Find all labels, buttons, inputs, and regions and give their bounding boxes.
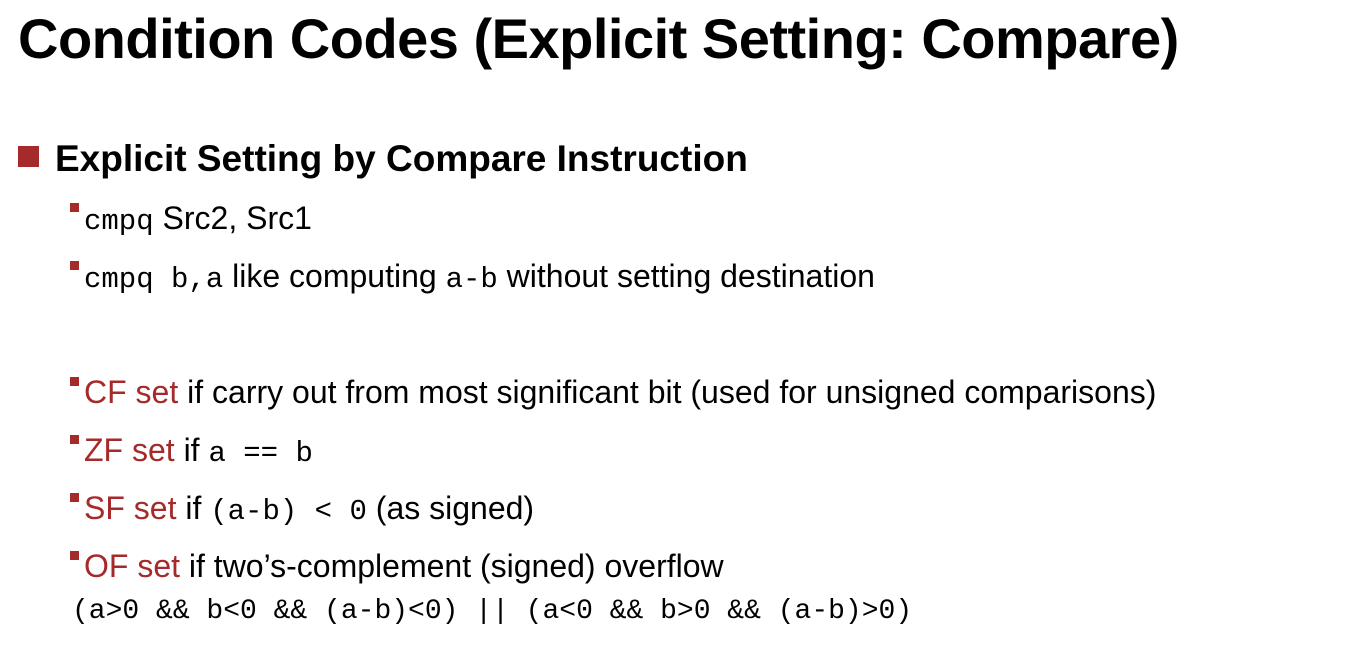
code-sf-expr: (a-b) < 0 [210, 495, 367, 528]
like-computing-text: like computing [223, 258, 446, 294]
bullet-square-icon [70, 493, 79, 502]
sub-bullet-cmpq-semantics: cmpq b,a like computing a-b without sett… [70, 258, 875, 296]
sub-bullet-of: OF set if two’s-complement (signed) over… [70, 548, 724, 585]
flag-cf-text: if carry out from most significant bit (… [178, 374, 1157, 410]
sub-bullet-cf: CF set if carry out from most significan… [70, 374, 1156, 411]
flag-sf-suffix: (as signed) [366, 490, 535, 526]
flag-of-text: if two’s-complement (signed) overflow [180, 548, 724, 584]
bullet-square-icon [70, 377, 79, 386]
code-a-minus-b: a-b [445, 263, 498, 296]
flag-cf-label: CF set [84, 374, 179, 410]
sub-bullet-sf: SF set if (a-b) < 0 (as signed) [70, 490, 534, 528]
overflow-condition-expression: (a>0 && b<0 && (a-b)<0) || (a<0 && b>0 &… [72, 596, 913, 627]
flag-zf-text: if [174, 432, 209, 468]
flag-sf-label: SF set [84, 490, 177, 526]
bullet-square-icon [70, 203, 79, 212]
flag-sf-text: if [176, 490, 211, 526]
bullet-square-icon [70, 261, 79, 270]
slide-title: Condition Codes (Explicit Setting: Compa… [18, 7, 1179, 70]
code-cmpq-ba: cmpq b,a [84, 263, 224, 296]
sub-bullet-cmpq-syntax: cmpq Src2, Src1 [70, 200, 312, 238]
bullet-square-icon [70, 551, 79, 560]
flag-zf-label: ZF set [84, 432, 175, 468]
main-bullet: Explicit Setting by Compare Instruction [18, 138, 748, 180]
flag-of-label: OF set [84, 548, 181, 584]
code-a-eq-b: a == b [208, 437, 313, 470]
main-bullet-text: Explicit Setting by Compare Instruction [55, 138, 748, 179]
operands-text: Src2, Src1 [153, 200, 312, 236]
sub-bullet-zf: ZF set if a == b [70, 432, 313, 470]
bullet-square-icon [18, 146, 39, 167]
code-cmpq: cmpq [84, 205, 154, 238]
bullet-square-icon [70, 435, 79, 444]
without-dest-text: without setting destination [497, 258, 875, 294]
